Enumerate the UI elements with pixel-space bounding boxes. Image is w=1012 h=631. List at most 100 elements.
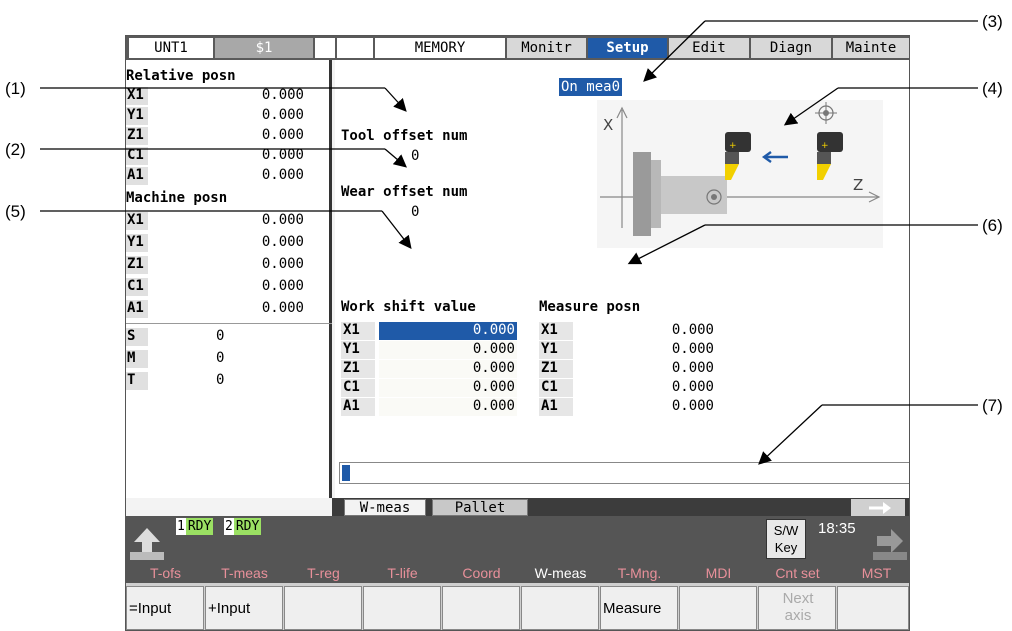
tab-diagn[interactable]: Diagn xyxy=(751,38,831,58)
tool-current-icon: + xyxy=(725,132,751,180)
soft-key-bar: =Input +Input Measure Next axis xyxy=(126,583,909,630)
axis-value: 0.000 xyxy=(261,87,304,103)
work-shift-input[interactable]: 0.000 xyxy=(379,379,517,397)
next-axis-line1: Next xyxy=(782,590,814,607)
equal-input-button[interactable]: =Input xyxy=(126,586,204,630)
sw-line2: Key xyxy=(774,540,798,555)
axis-value: 0 xyxy=(216,350,225,366)
arrow-right-icon xyxy=(869,502,891,514)
axis-value: 0.000 xyxy=(261,234,304,250)
fkey-mdi[interactable]: MDI xyxy=(679,565,758,581)
svg-text:+: + xyxy=(729,141,737,151)
softkey-4[interactable] xyxy=(363,586,441,630)
work-shift-input[interactable]: 0.000 xyxy=(379,398,517,416)
axis-label: Z1 xyxy=(126,256,148,274)
blank-tab-2 xyxy=(337,38,373,58)
work-shift-title: Work shift value xyxy=(341,299,476,315)
axis-label: A1 xyxy=(126,300,148,318)
machine-row: Y1 0.000 xyxy=(126,234,328,252)
softkey-5[interactable] xyxy=(442,586,520,630)
tab-pallet[interactable]: Pallet xyxy=(432,499,528,516)
axis-label: Z1 xyxy=(341,360,375,378)
fkey-t-life[interactable]: T-life xyxy=(363,565,442,581)
plus-input-button[interactable]: +Input xyxy=(205,586,283,630)
axis-label: X1 xyxy=(126,212,148,230)
softkey-10[interactable] xyxy=(837,586,909,630)
input-line[interactable] xyxy=(339,462,909,484)
cnc-screen: UNT1 $1 MEMORY Monitr Setup Edit Diagn M… xyxy=(125,35,910,631)
axis-value: 0.000 xyxy=(261,147,304,163)
rdy-indicator-2: 2 RDY xyxy=(224,518,262,535)
axis-value: 0.000 xyxy=(261,127,304,143)
measure-button[interactable]: Measure xyxy=(600,586,678,630)
callout-1: (1) xyxy=(5,79,26,98)
next-axis-line2: axis xyxy=(784,607,812,624)
blank-tab-1 xyxy=(315,38,335,58)
position-panel: Relative posn X1 0.000 Y1 0.000 Z1 0.000 C1… xyxy=(126,60,332,498)
axis-label: Z1 xyxy=(126,127,148,145)
work-shift-input[interactable]: 0.000 xyxy=(379,360,517,378)
relative-row: Y1 0.000 xyxy=(126,107,328,125)
tab-setup[interactable]: Setup xyxy=(588,38,667,58)
system-tab[interactable]: $1 xyxy=(215,38,313,58)
axis-label: C1 xyxy=(341,379,375,397)
fkey-w-meas[interactable]: W-meas xyxy=(521,565,600,581)
rdy-number: 1 xyxy=(176,518,186,535)
next-axis-button[interactable]: Next axis xyxy=(758,586,836,630)
arrow-right-icon xyxy=(873,529,907,560)
machine-row: X1 0.000 xyxy=(126,212,328,230)
clock: 18:35 xyxy=(818,520,856,537)
callout-7: (7) xyxy=(982,396,1003,415)
axis-label: Y1 xyxy=(126,234,148,252)
tab-edit[interactable]: Edit xyxy=(669,38,749,58)
axis-label: X1 xyxy=(126,87,148,105)
axis-value: 0.000 xyxy=(261,256,304,272)
axis-label: M xyxy=(126,350,148,368)
tab-mainte[interactable]: Mainte xyxy=(833,38,909,58)
on-measurement-badge: On mea0 xyxy=(559,78,623,96)
measure-panel: On mea0 Tool offset num 0 Wear offset nu… xyxy=(335,60,909,498)
axis-value: 0 xyxy=(216,328,225,344)
measure-posn-title: Measure posn xyxy=(539,299,641,315)
softkey-3[interactable] xyxy=(284,586,362,630)
axis-value: 0.000 xyxy=(261,278,304,294)
fkey-t-reg[interactable]: T-reg xyxy=(284,565,363,581)
measure-value: 0.000 xyxy=(671,379,714,395)
axis-label: A1 xyxy=(539,398,573,416)
unit-tab[interactable]: UNT1 xyxy=(129,38,213,58)
tab-w-meas[interactable]: W-meas xyxy=(344,499,426,516)
work-shift-input[interactable]: 0.000 xyxy=(379,322,517,340)
measurement-diagram: + + X Z xyxy=(597,100,883,248)
sub-tab-bar: W-meas Pallet xyxy=(332,498,909,516)
axis-label: A1 xyxy=(126,167,148,185)
diagram-z-label: Z xyxy=(853,176,864,194)
fkey-cnt-set[interactable]: Cnt set xyxy=(758,565,837,581)
softkey-8[interactable] xyxy=(679,586,757,630)
axis-value: 0.000 xyxy=(261,212,304,228)
fkey-coord[interactable]: Coord xyxy=(442,565,521,581)
fkey-t-ofs[interactable]: T-ofs xyxy=(126,565,205,581)
relative-row: A1 0.000 xyxy=(126,167,328,185)
fkey-t-meas[interactable]: T-meas xyxy=(205,565,284,581)
work-shift-input[interactable]: 0.000 xyxy=(379,341,517,359)
sw-key-button[interactable]: S/W Key xyxy=(766,519,806,559)
softkey-6[interactable] xyxy=(521,586,599,630)
rdy-label: RDY xyxy=(233,518,262,535)
next-menu-button[interactable] xyxy=(851,499,905,516)
fkey-mst[interactable]: MST xyxy=(837,565,909,581)
tab-monitr[interactable]: Monitr xyxy=(507,38,586,58)
axis-label: Y1 xyxy=(126,107,148,125)
tool-offset-value[interactable]: 0 xyxy=(411,148,419,164)
mcode-row: M0 xyxy=(126,350,328,368)
rdy-indicator-1: 1 RDY xyxy=(176,518,214,535)
wear-offset-value[interactable]: 0 xyxy=(411,204,419,220)
axis-label: C1 xyxy=(539,379,573,397)
crosshair-icon xyxy=(815,102,837,124)
relative-row: Z1 0.000 xyxy=(126,127,328,145)
callout-3: (3) xyxy=(982,12,1003,31)
menu-next-button[interactable] xyxy=(871,524,909,562)
fkey-t-mng[interactable]: T-Mng. xyxy=(600,565,679,581)
lathe-illustration: + + xyxy=(600,102,881,236)
return-arrow-icon xyxy=(130,528,164,560)
menu-up-button[interactable] xyxy=(128,524,166,562)
